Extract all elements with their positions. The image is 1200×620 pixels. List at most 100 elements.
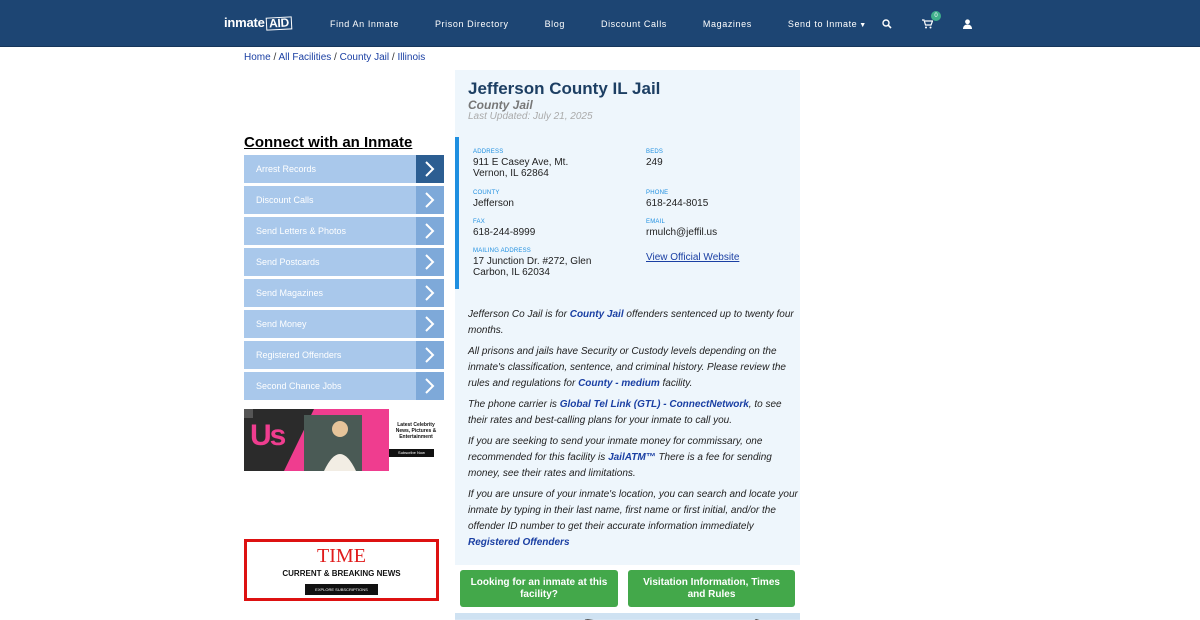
beds-field: BEDS 249 [646,149,786,168]
website-field: View Official Website [646,247,786,265]
email-label: EMAIL [646,219,666,225]
nav-send-to-inmate[interactable]: Send to Inmate ▼ [788,19,867,29]
sidebar: Connect with an Inmate Arrest Records Di… [244,134,444,403]
chevron-right-icon [416,310,444,338]
county-label: COUNTY [473,190,500,196]
fax-label: FAX [473,219,485,225]
search-icon[interactable] [880,17,894,31]
nav-discount-calls[interactable]: Discount Calls [601,19,667,29]
mailing-address-field: MAILING ADDRESS 17 Junction Dr. #272, Gl… [473,248,608,278]
sidebar-item-registered-offenders[interactable]: Registered Offenders [244,341,444,369]
desc-text: If you are unsure of your inmate's locat… [468,489,798,532]
desc-paragraph-5: If you are unsure of your inmate's locat… [468,487,798,551]
sidebar-item-arrest-records[interactable]: Arrest Records [244,155,444,183]
address-label: ADDRESS [473,149,504,155]
facility-description: Jefferson Co Jail is for County Jail off… [468,307,798,556]
nav-send-label: Send to Inmate [787,18,858,29]
chevron-right-icon [416,372,444,400]
sidebar-item-label: Second Chance Jobs [256,381,342,391]
security-level-link[interactable]: County - medium [578,378,660,389]
desc-text: Jefferson Co Jail is for [468,309,570,320]
desc-text: The phone carrier is [468,399,560,410]
inmate-lookup-button[interactable]: Looking for an inmate at this facility? [460,570,618,607]
sidebar-item-send-money[interactable]: Send Money [244,310,444,338]
sidebar-item-send-letters[interactable]: Send Letters & Photos [244,217,444,245]
chevron-right-icon [416,217,444,245]
chevron-right-icon [416,341,444,369]
last-updated: Last Updated: July 21, 2025 [468,111,593,122]
official-website-link[interactable]: View Official Website [646,252,739,263]
phone-carrier-link[interactable]: Global Tel Link (GTL) - ConnectNetwork [560,399,749,410]
breadcrumb-all-facilities[interactable]: All Facilities [278,52,331,63]
sidebar-item-label: Registered Offenders [256,350,342,360]
mailing-address-value: 17 Junction Dr. #272, Glen Carbon, IL 62… [473,256,592,278]
sidebar-item-send-postcards[interactable]: Send Postcards [244,248,444,276]
address-value: 911 E Casey Ave, Mt. Vernon, IL 62864 [473,157,569,179]
nav-blog[interactable]: Blog [545,19,565,29]
cart-icon[interactable]: 0 [920,10,941,31]
facility-card: Jefferson County IL Jail County Jail Las… [455,70,800,565]
sidebar-item-label: Arrest Records [256,164,317,174]
sidebar-item-label: Send Money [256,319,307,329]
desc-paragraph-2: All prisons and jails have Security or C… [468,344,798,392]
us-subscribe-button[interactable]: Subscribe Now [391,450,432,456]
sidebar-item-label: Send Postcards [256,257,320,267]
fax-field: FAX 618-244-8999 [473,219,613,238]
sidebar-item-discount-calls[interactable]: Discount Calls [244,186,444,214]
breadcrumb: Home / All Facilities / County Jail / Il… [244,52,426,63]
email-value[interactable]: rmulch@jeffil.us [646,227,786,238]
registered-offenders-link[interactable]: Registered Offenders [468,537,570,548]
sidebar-item-send-magazines[interactable]: Send Magazines [244,279,444,307]
jailatm-link[interactable]: JailATM™ [608,452,656,463]
nav-find-inmate[interactable]: Find An Inmate [330,19,399,29]
sidebar-item-label: Send Magazines [256,288,324,298]
top-navbar: inmate AID Find An Inmate Prison Director… [0,0,1200,47]
email-field: EMAIL rmulch@jeffil.us [646,219,786,238]
time-ad[interactable]: TIME CURRENT & BREAKING NEWS EXPLORE SUB… [244,539,439,601]
sidebar-title[interactable]: Connect with an Inmate [244,134,444,151]
address-field: ADDRESS 911 E Casey Ave, Mt. Vernon, IL … [473,149,593,179]
time-ad-text: CURRENT & BREAKING NEWS [282,569,401,578]
nav-prison-directory[interactable]: Prison Directory [435,19,509,29]
county-value: Jefferson [473,198,514,209]
beds-label: BEDS [646,149,664,155]
nav-links: Find An Inmate Prison Directory Blog Dis… [330,0,903,47]
sidebar-item-label: Discount Calls [256,195,314,205]
phone-value[interactable]: 618-244-8015 [646,198,786,209]
facility-info-box: ADDRESS 911 E Casey Ave, Mt. Vernon, IL … [455,137,800,289]
desc-text: facility. [659,378,693,389]
facility-name: Jefferson County IL Jail [468,79,661,98]
us-ad-text: Latest Celebrity News, Pictures & Entert… [395,422,437,440]
mailing-address-label: MAILING ADDRESS [473,248,532,254]
chevron-down-icon: ▼ [859,21,867,29]
sidebar-item-second-chance-jobs[interactable]: Second Chance Jobs [244,372,444,400]
desc-paragraph-3: The phone carrier is Global Tel Link (GT… [468,397,798,429]
cart-count-badge: 0 [931,10,941,21]
chevron-right-icon [416,248,444,276]
us-logo: Us [250,419,286,452]
chevron-right-icon [416,186,444,214]
facility-photo [455,613,800,620]
nav-icons: 0 [880,0,974,47]
chevron-right-icon [416,279,444,307]
beds-value: 249 [646,157,663,168]
county-field: COUNTY Jefferson [473,190,613,209]
phone-field: PHONE 618-244-8015 [646,190,786,209]
fax-value: 618-244-8999 [473,227,536,238]
site-logo[interactable]: inmate AID [224,15,293,32]
visitation-info-button[interactable]: Visitation Information, Times and Rules [628,570,795,607]
breadcrumb-illinois[interactable]: Illinois [397,52,425,63]
phone-label: PHONE [646,190,669,196]
breadcrumb-county-jail[interactable]: County Jail [340,52,389,63]
user-icon[interactable] [960,17,974,31]
us-weekly-ad[interactable]: Us Latest Celebrity News, Pictures & Ent… [244,409,444,471]
breadcrumb-home[interactable]: Home [244,52,271,63]
time-logo: TIME [317,545,366,567]
desc-paragraph-4: If you are seeking to send your inmate m… [468,434,798,482]
logo-text: inmate [224,15,265,30]
county-jail-link[interactable]: County Jail [570,309,624,320]
logo-aid: AID [265,15,293,31]
desc-paragraph-1: Jefferson Co Jail is for County Jail off… [468,307,798,339]
time-explore-button[interactable]: EXPLORE SUBSCRIPTIONS [305,584,378,595]
nav-magazines[interactable]: Magazines [703,19,752,29]
